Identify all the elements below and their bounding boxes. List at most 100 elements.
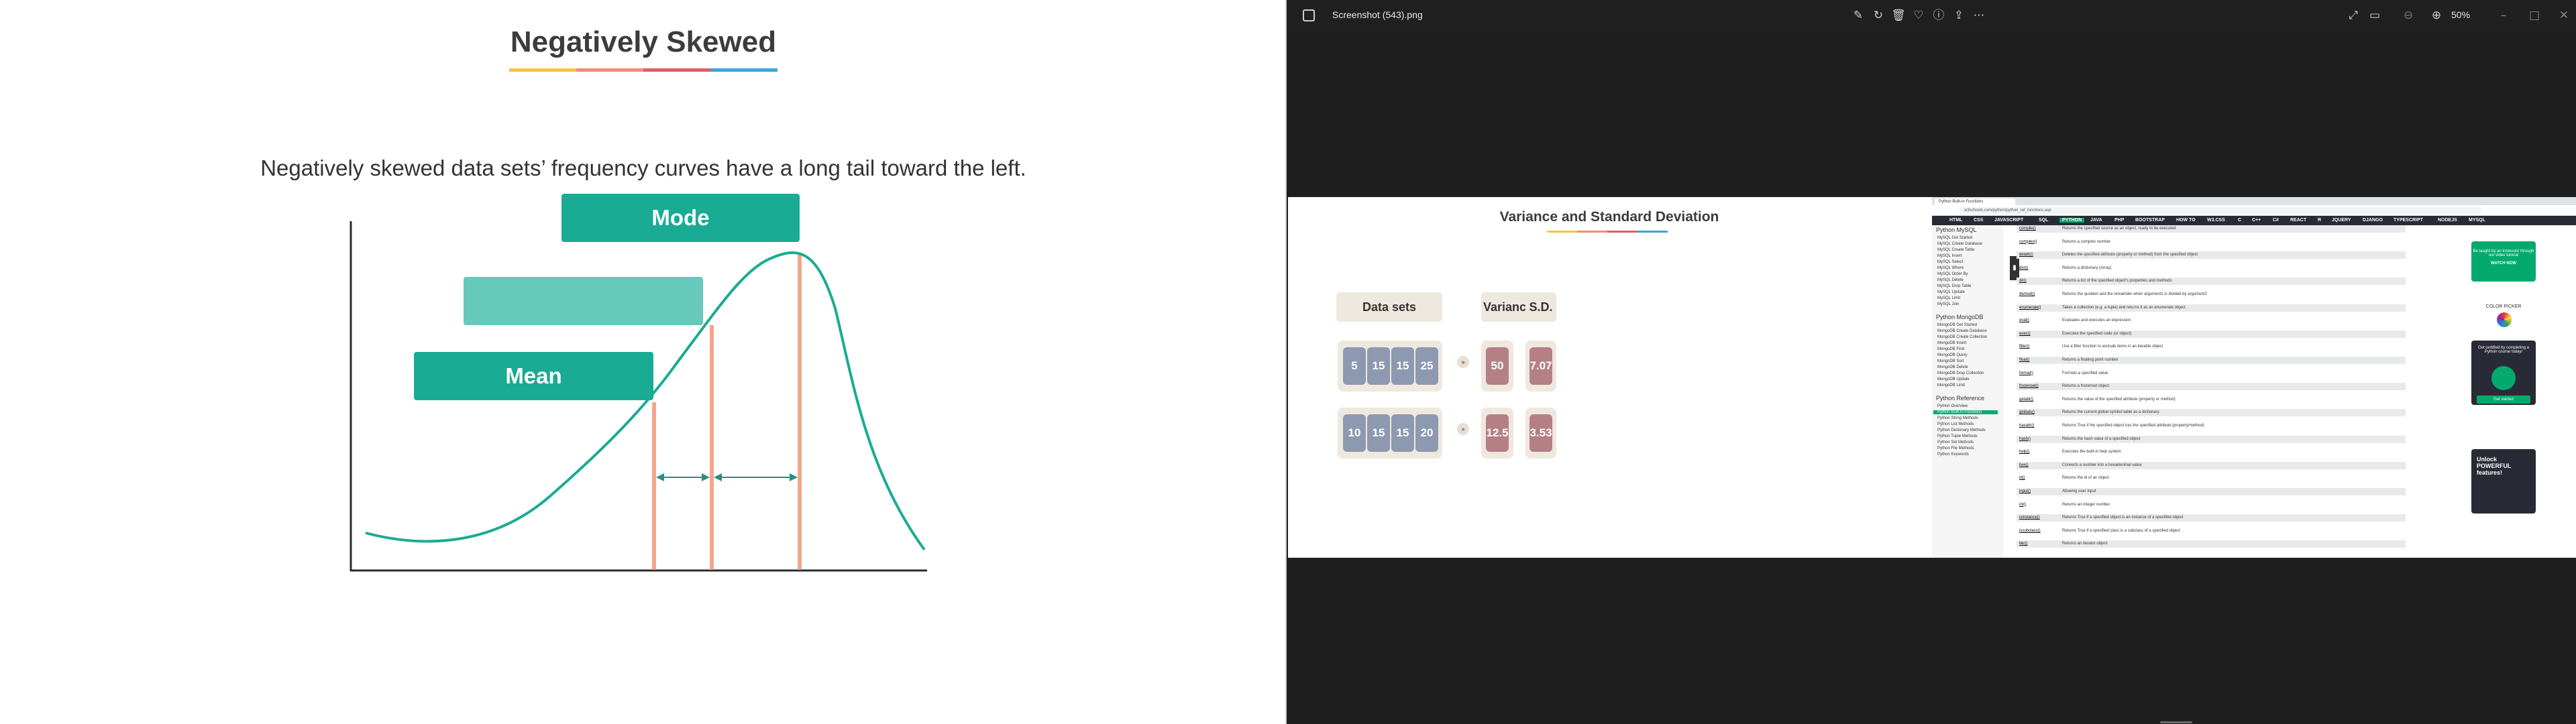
- function-link: id(): [2019, 476, 2025, 481]
- fullscreen-icon[interactable]: ⤢: [2345, 7, 2361, 23]
- share-icon[interactable]: ⇪: [1951, 7, 1967, 23]
- browser-tab: Python Built-in Functions: [1935, 198, 2015, 205]
- site-nav: HTML CSS JAVASCRIPT SQL PYTHON JAVA PHP BOOTSTR…: [1932, 216, 2576, 225]
- get-started-button: Get started: [2477, 396, 2530, 404]
- table-row: issubclass() Returns True if a specified …: [2017, 528, 2406, 535]
- info-icon[interactable]: ⓘ: [1931, 7, 1947, 23]
- nav-item: NODEJS: [2438, 218, 2457, 223]
- certification-ad: Get certified by completing a Python cou…: [2471, 341, 2536, 405]
- function-description: Returns a complex number: [2062, 239, 2111, 244]
- ad-column: Be taught by an Instructor through our v…: [2462, 225, 2576, 558]
- sidebar-item: MySQL Order By: [1937, 272, 1968, 276]
- table-row: int() Returns an integer number: [2017, 501, 2406, 509]
- edit-icon[interactable]: ✎: [1850, 7, 1866, 23]
- slideshow-icon[interactable]: ▭: [2367, 7, 2383, 23]
- color-wheel-icon: [2497, 312, 2512, 327]
- zoom-in-icon[interactable]: ⊕: [2428, 7, 2445, 23]
- nav-item: CSS: [1974, 218, 1984, 223]
- more-icon[interactable]: ⋯: [1971, 7, 1987, 23]
- arrowhead: [702, 473, 710, 481]
- rotate-icon[interactable]: ↻: [1870, 7, 1886, 23]
- table-row: eval() Evaluates and executes an expressi…: [2017, 317, 2406, 324]
- table-row: dir() Returns a list of the specified obj…: [2017, 278, 2406, 286]
- data-value: 5: [1343, 347, 1366, 385]
- table-row: divmod() Returns the quotient and the rem…: [2017, 291, 2406, 298]
- ad-text: Get certified by completing a Python cou…: [2477, 346, 2530, 354]
- function-link: compile(): [2019, 227, 2036, 231]
- arrow-icon: »: [1457, 423, 1469, 435]
- function-link: hasattr(): [2019, 424, 2035, 428]
- median-label: [464, 277, 703, 325]
- close-icon[interactable]: ✕: [2556, 7, 2572, 23]
- data-value: 15: [1391, 414, 1414, 452]
- window-indicator: [2160, 721, 2192, 723]
- sd-cell-2: 3.53: [1525, 408, 1556, 459]
- video-ad: Be taught by an Instructor through our v…: [2471, 241, 2536, 282]
- data-value: 15: [1391, 347, 1414, 385]
- address-bar: w3schools.com/python/python_ref_function…: [1932, 205, 2576, 216]
- function-description: Returns True if a specified object is an…: [2062, 516, 2184, 520]
- function-description: Takes a collection (e.g. a tuple) and re…: [2062, 305, 2186, 310]
- browser-screenshot: Python Built-in Functions w3schools.com/…: [1932, 197, 2576, 558]
- function-description: Returns a frozenset object: [2062, 384, 2110, 389]
- nav-item: C++: [2252, 218, 2261, 223]
- data-value: 25: [1415, 347, 1438, 385]
- zoom-out-icon[interactable]: ⊖: [2400, 7, 2416, 23]
- sidebar-item: Python File Methods: [1937, 446, 1974, 450]
- sidebar-item: MongoDB Drop Collection: [1937, 371, 1984, 375]
- sidebar-item: MySQL Update: [1937, 290, 1965, 294]
- sidebar-item: MySQL Insert: [1937, 254, 1962, 258]
- function-description: Returns a floating point number: [2062, 358, 2118, 362]
- variance-slide: Variance and Standard Deviation Data set…: [1288, 197, 1931, 558]
- table-row: hex() Converts a number into a hexadecima…: [2017, 461, 2406, 469]
- zoom-level[interactable]: 50%: [2451, 9, 2470, 20]
- maximize-icon[interactable]: □: [2526, 7, 2542, 23]
- sidebar-item: MongoDB Get Started: [1937, 323, 1978, 327]
- table-row: float() Returns a floating point number: [2017, 357, 2406, 364]
- function-link: frozenset(): [2019, 384, 2039, 389]
- function-link: exec(): [2019, 331, 2031, 336]
- features-ad: Unlock POWERFUL features!: [2471, 449, 2536, 514]
- minimize-icon[interactable]: –: [2496, 7, 2512, 23]
- sidebar-item: MongoDB Query: [1937, 353, 1968, 357]
- function-link: dict(): [2019, 265, 2029, 270]
- function-link: iter(): [2019, 542, 2028, 546]
- sidebar-item: MySQL Drop Table: [1937, 284, 1972, 288]
- presentation-slide: Negatively Skewed Negatively skewed data…: [0, 0, 1287, 724]
- reference-table: compile() Returns the specified source as…: [2017, 225, 2419, 558]
- table-row: globals() Returns the current global symb…: [2017, 409, 2406, 417]
- data-value: 20: [1415, 414, 1438, 452]
- sd-value: 3.53: [1529, 414, 1552, 452]
- table-row: format() Formats a specified value: [2017, 370, 2406, 377]
- sidebar-heading: Python MySQL: [1936, 227, 1977, 233]
- nav-item: SQL: [2039, 218, 2049, 223]
- underline-segment: [1607, 231, 1638, 233]
- sd-value: 7.07: [1529, 347, 1552, 385]
- data-value: 15: [1367, 347, 1390, 385]
- table-row: isinstance() Returns True if a specified …: [2017, 514, 2406, 522]
- sidebar-item: MySQL Limit: [1937, 296, 1961, 300]
- function-link: int(): [2019, 502, 2027, 507]
- url-field: w3schools.com/python/python_ref_function…: [1959, 207, 2482, 214]
- function-link: format(): [2019, 371, 2033, 375]
- function-link: input(): [2019, 489, 2031, 493]
- underline-segment: [1577, 231, 1607, 233]
- sidebar-item: MySQL Create Database: [1937, 242, 1982, 246]
- function-description: Executes the built-in help system: [2062, 450, 2121, 455]
- function-link: filter(): [2019, 345, 2030, 349]
- favorite-icon[interactable]: ♡: [1911, 7, 1927, 23]
- function-description: Returns True if a specified class is a s…: [2062, 528, 2180, 533]
- photos-app-icon: [1303, 9, 1315, 21]
- function-link: enumerate(): [2019, 305, 2041, 310]
- dataset-row-2: 10 15 15 20: [1338, 408, 1442, 459]
- nav-item: TYPESCRIPT: [2394, 218, 2423, 223]
- function-description: Executes the specified code (or object): [2062, 331, 2132, 336]
- nav-item: W3.CSS: [2207, 218, 2225, 223]
- displayed-image[interactable]: Variance and Standard Deviation Data set…: [1288, 197, 2576, 558]
- function-link: hash(): [2019, 436, 2031, 441]
- sidebar-item: MongoDB Delete: [1937, 365, 1968, 369]
- function-link: globals(): [2019, 410, 2035, 415]
- arrowhead: [790, 473, 798, 481]
- sidebar-item: MongoDB Create Collection: [1937, 335, 1988, 339]
- delete-icon[interactable]: 🗑: [1890, 7, 1907, 23]
